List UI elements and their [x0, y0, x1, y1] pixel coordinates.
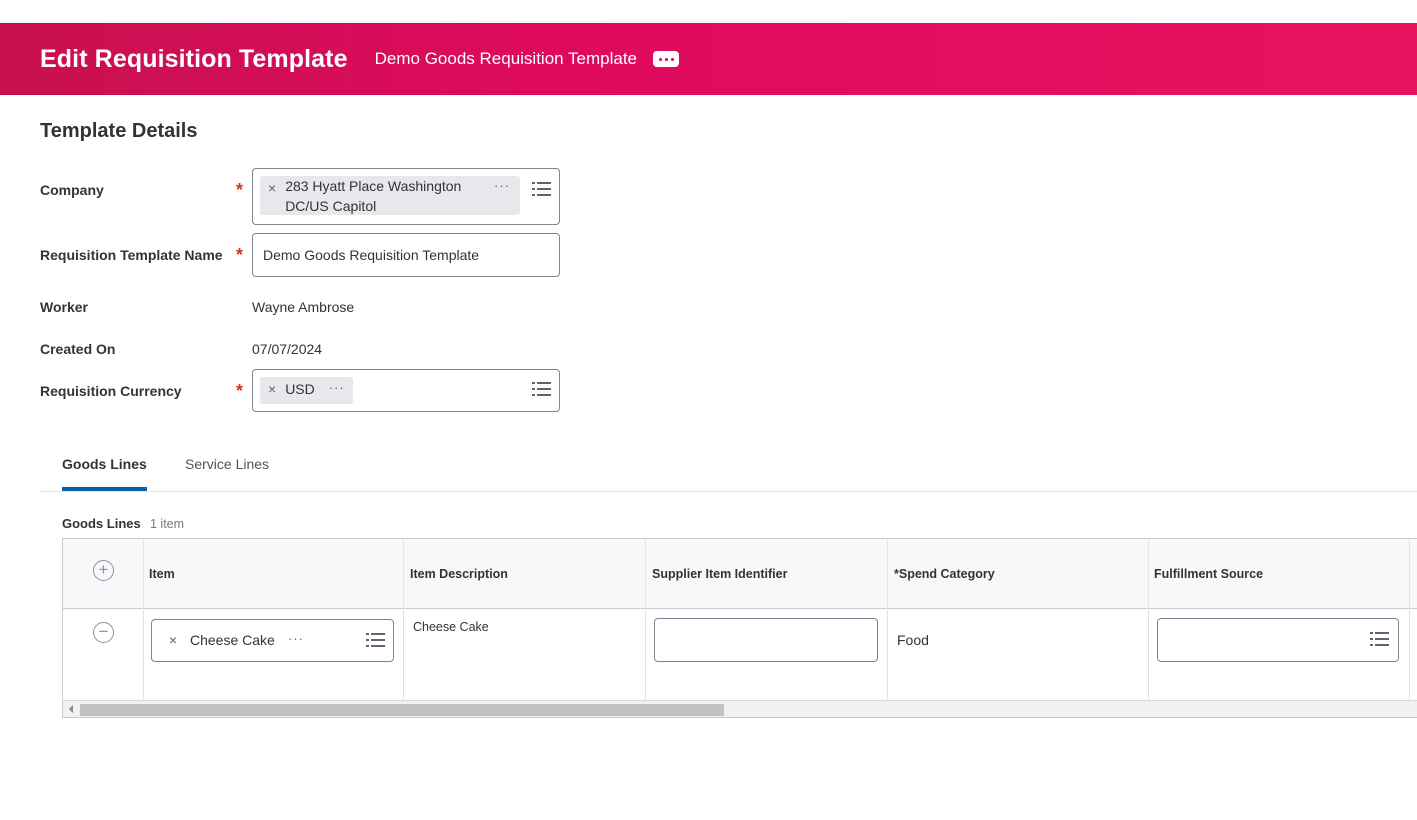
- template-name-input[interactable]: Demo Goods Requisition Template: [252, 233, 560, 277]
- tab-service-lines[interactable]: Service Lines: [185, 456, 269, 472]
- required-marker: *: [236, 180, 244, 200]
- more-icon[interactable]: ···: [329, 380, 345, 395]
- horizontal-scrollbar[interactable]: [63, 700, 1417, 717]
- created-on-value: 07/07/2024: [252, 341, 323, 357]
- list-icon[interactable]: [366, 633, 385, 649]
- company-value: 283 Hyatt Place Washington DC/US Capitol: [285, 178, 462, 214]
- list-icon[interactable]: [532, 182, 551, 198]
- item-value: Cheese Cake: [190, 632, 275, 648]
- currency-field[interactable]: × USD ···: [252, 369, 560, 412]
- column-header-spend-category[interactable]: *Spend Category: [894, 567, 995, 581]
- goods-lines-grid: + Item Item Description Supplier Item Id…: [62, 538, 1417, 718]
- more-options-icon[interactable]: [653, 51, 680, 67]
- template-name-value: Demo Goods Requisition Template: [263, 247, 480, 263]
- remove-icon[interactable]: ×: [268, 180, 276, 196]
- worker-value: Wayne Ambrose: [252, 299, 355, 315]
- spend-category-value: Food: [897, 632, 929, 648]
- page-subtitle: Demo Goods Requisition Template: [374, 49, 638, 68]
- fulfillment-source-field[interactable]: [1157, 618, 1399, 662]
- more-icon[interactable]: ···: [288, 631, 304, 646]
- scroll-left-icon[interactable]: [69, 705, 73, 713]
- page-title: Edit Requisition Template: [40, 44, 348, 73]
- item-description-value: Cheese Cake: [413, 620, 489, 634]
- column-header-item-description[interactable]: Item Description: [410, 567, 508, 581]
- list-icon[interactable]: [1370, 632, 1389, 648]
- tab-goods-lines[interactable]: Goods Lines: [62, 456, 147, 491]
- page-header: Edit Requisition Template Demo Goods Req…: [0, 23, 1417, 95]
- section-title: Template Details: [40, 120, 198, 142]
- more-icon[interactable]: ···: [494, 178, 510, 193]
- created-on-label: Created On: [40, 341, 116, 357]
- add-row-icon[interactable]: +: [93, 560, 114, 581]
- supplier-item-identifier-input[interactable]: [654, 618, 878, 662]
- goods-lines-count: 1 item: [150, 517, 185, 531]
- column-header-supplier-item-identifier[interactable]: Supplier Item Identifier: [652, 567, 787, 581]
- column-header-item[interactable]: Item: [149, 567, 175, 581]
- company-field[interactable]: × 283 Hyatt Place Washington DC/US Capit…: [252, 168, 560, 225]
- required-marker: *: [236, 245, 244, 265]
- company-pill[interactable]: × 283 Hyatt Place Washington DC/US Capit…: [260, 176, 520, 215]
- item-field[interactable]: × Cheese Cake ···: [151, 619, 394, 662]
- scrollbar-thumb[interactable]: [80, 704, 724, 716]
- required-marker: *: [236, 381, 244, 401]
- remove-icon[interactable]: ×: [169, 632, 177, 648]
- tab-bar: Goods Lines Service Lines: [40, 440, 1417, 492]
- remove-icon[interactable]: ×: [268, 381, 276, 397]
- goods-lines-title: Goods Lines: [62, 516, 141, 531]
- currency-label: Requisition Currency: [40, 383, 182, 399]
- column-header-fulfillment-source[interactable]: Fulfillment Source: [1154, 567, 1263, 581]
- currency-pill[interactable]: × USD ···: [260, 377, 353, 404]
- worker-label: Worker: [40, 299, 88, 315]
- list-icon[interactable]: [532, 382, 551, 398]
- remove-row-icon[interactable]: −: [93, 622, 114, 643]
- template-name-label: Requisition Template Name: [40, 247, 223, 263]
- currency-value: USD: [285, 381, 315, 397]
- company-label: Company: [40, 182, 104, 198]
